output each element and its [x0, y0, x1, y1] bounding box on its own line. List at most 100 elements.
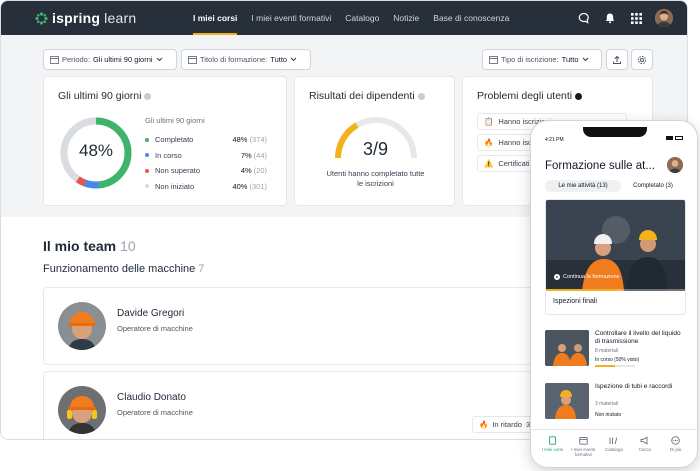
late-status-badge[interactable]: 🔥 In ritardo 3	[472, 416, 538, 433]
phone-nav-my-events[interactable]: I miei eventi formativi	[568, 430, 599, 467]
legend-count: (20)	[253, 166, 267, 176]
phone-bottom-nav: I miei corsi I miei eventi formativi Cat…	[531, 429, 697, 467]
apps-grid-icon[interactable]	[629, 11, 643, 25]
nav-my-events[interactable]: I miei eventi formativi	[244, 1, 338, 35]
phone-course-item[interactable]: Controllare il livello del liquido di tr…	[545, 330, 686, 370]
phone-nav-search[interactable]: Cerca	[629, 430, 660, 467]
phone-status-icons	[666, 136, 683, 140]
export-button[interactable]	[606, 49, 628, 70]
chevron-down-icon	[156, 57, 162, 62]
legend-dot-not-started	[145, 184, 149, 189]
featured-progress-bar	[546, 289, 685, 291]
team-member-role: Operatore di macchine	[117, 324, 193, 333]
calendar-icon	[489, 56, 498, 64]
info-icon[interactable]	[575, 92, 583, 100]
phone-featured-course[interactable]: Continua la formazione Ispezioni finali	[545, 199, 686, 315]
user-problems-card-title: Problemi degli utenti	[477, 90, 583, 102]
phone-user-avatar[interactable]	[667, 157, 683, 173]
legend-count: (374)	[249, 135, 267, 145]
phone-nav-label: I miei corsi	[541, 447, 564, 452]
team-member-photo	[58, 386, 106, 434]
nav-catalog[interactable]: Catalogo	[338, 1, 386, 35]
phone-nav-label: I miei eventi formativi	[571, 447, 596, 457]
phone-tab-my-activities[interactable]: Le mie attività (13)	[545, 180, 621, 192]
course-progress-bar	[595, 365, 635, 367]
ispring-logo[interactable]: ispring learn	[35, 10, 136, 26]
course-thumbnail	[545, 330, 589, 366]
course-title: Controllare il livello del liquido di tr…	[595, 330, 681, 345]
info-icon[interactable]	[144, 92, 152, 100]
top-icons	[577, 9, 673, 27]
results-value: 3/9	[362, 139, 389, 159]
play-icon	[554, 274, 560, 280]
team-member-photo	[58, 302, 106, 350]
training-title-filter-value: Tutto	[270, 55, 288, 64]
course-title: Ispezione di tubi e raccordi	[595, 383, 673, 390]
enrollment-type-filter-value: Tutto	[561, 55, 579, 64]
legend-percent: 40%	[232, 181, 248, 191]
phone-notch	[583, 127, 647, 137]
bell-icon[interactable]	[603, 11, 617, 25]
fire-icon: 🔥	[479, 420, 489, 429]
legend-dot-completed	[145, 137, 149, 142]
enrollment-type-filter-label: Tipo di iscrizione:	[501, 55, 559, 64]
fire-icon: 🔥	[484, 138, 494, 147]
results-card-title: Risultati dei dipendenti	[309, 90, 425, 102]
logo-text: ispring learn	[52, 10, 137, 26]
upload-icon	[613, 55, 621, 64]
legend-label: Completato	[155, 135, 194, 145]
chevron-down-icon	[290, 57, 297, 62]
signal-icon	[666, 136, 673, 140]
phone-nav-more[interactable]: Di più	[660, 430, 691, 467]
period-filter[interactable]: Periodo: Gli ultimi 90 giorni	[43, 49, 177, 70]
progress-legend: Completato 48% (374) In corso 7% (44) No…	[145, 132, 267, 194]
legend-percent: 48%	[232, 135, 248, 145]
problem-item-text: Certificati	[498, 159, 530, 168]
legend-count: (44)	[253, 150, 267, 160]
progress-card: Gli ultimi 90 giorni 48% Gli ultimi 90 g…	[43, 76, 287, 206]
more-icon	[671, 436, 680, 445]
calendar-icon	[579, 437, 588, 445]
legend-heading: Gli ultimi 90 giorni	[145, 116, 205, 125]
enrollment-type-filter[interactable]: Tipo di iscrizione: Tutto	[482, 49, 602, 70]
legend-dot-in-progress	[145, 153, 149, 158]
legend-count: (301)	[249, 181, 267, 191]
course-thumbnail	[545, 383, 589, 419]
legend-row-in-progress: In corso 7% (44)	[145, 148, 267, 164]
legend-row-not-started: Non iniziato 40% (301)	[145, 179, 267, 195]
team-member-role: Operatore di macchine	[117, 408, 193, 417]
legend-label: Non iniziato	[155, 181, 195, 191]
nav-my-courses[interactable]: I miei corsi	[186, 1, 244, 35]
phone-course-item[interactable]: Ispezione di tubi e raccordi 3 materiali…	[545, 383, 686, 423]
phone-nav-label: Catalogo	[604, 447, 623, 452]
period-filter-value: Gli ultimi 90 giorni	[92, 55, 153, 64]
settings-button[interactable]	[631, 49, 653, 70]
phone-tab-completed[interactable]: Completato (3)	[623, 180, 683, 192]
continue-training-label: Continua la formazione	[563, 274, 620, 280]
info-icon[interactable]	[417, 92, 425, 100]
team-member-row[interactable]: Davide Gregori Operatore di macchine	[43, 287, 583, 365]
phone-page-title: Formazione sulle at...	[545, 160, 655, 172]
course-status: Non iniziato	[595, 412, 622, 418]
chat-icon[interactable]	[577, 11, 591, 25]
nav-knowledge-base[interactable]: Base di conoscenza	[426, 1, 516, 35]
calendar-icon	[50, 56, 59, 64]
progress-card-title: Gli ultimi 90 giorni	[58, 90, 152, 102]
legend-dot-failed	[145, 168, 149, 173]
course-materials: 8 materiali	[595, 348, 619, 354]
team-member-name: Davide Gregori	[117, 308, 185, 319]
main-nav: I miei corsi I miei eventi formativi Cat…	[186, 1, 516, 35]
training-title-filter[interactable]: Titolo di formazione: Tutto	[181, 49, 311, 70]
results-caption-line1: Utenti hanno completato tutte	[326, 169, 425, 178]
phone-nav-my-courses[interactable]: I miei corsi	[537, 430, 568, 467]
nav-news[interactable]: Notizie	[386, 1, 426, 35]
continue-training-button[interactable]: Continua la formazione	[554, 274, 620, 280]
legend-label: In corso	[155, 150, 182, 160]
top-navigation-bar: ispring learn I miei corsi I miei eventi…	[1, 1, 687, 35]
gear-icon	[637, 55, 647, 64]
phone-nav-catalog[interactable]: Catalogo	[599, 430, 630, 467]
user-avatar[interactable]	[655, 9, 673, 27]
legend-label: Non superato	[155, 166, 201, 176]
featured-course-title: Ispezioni finali	[553, 298, 597, 305]
book-icon	[548, 436, 556, 445]
